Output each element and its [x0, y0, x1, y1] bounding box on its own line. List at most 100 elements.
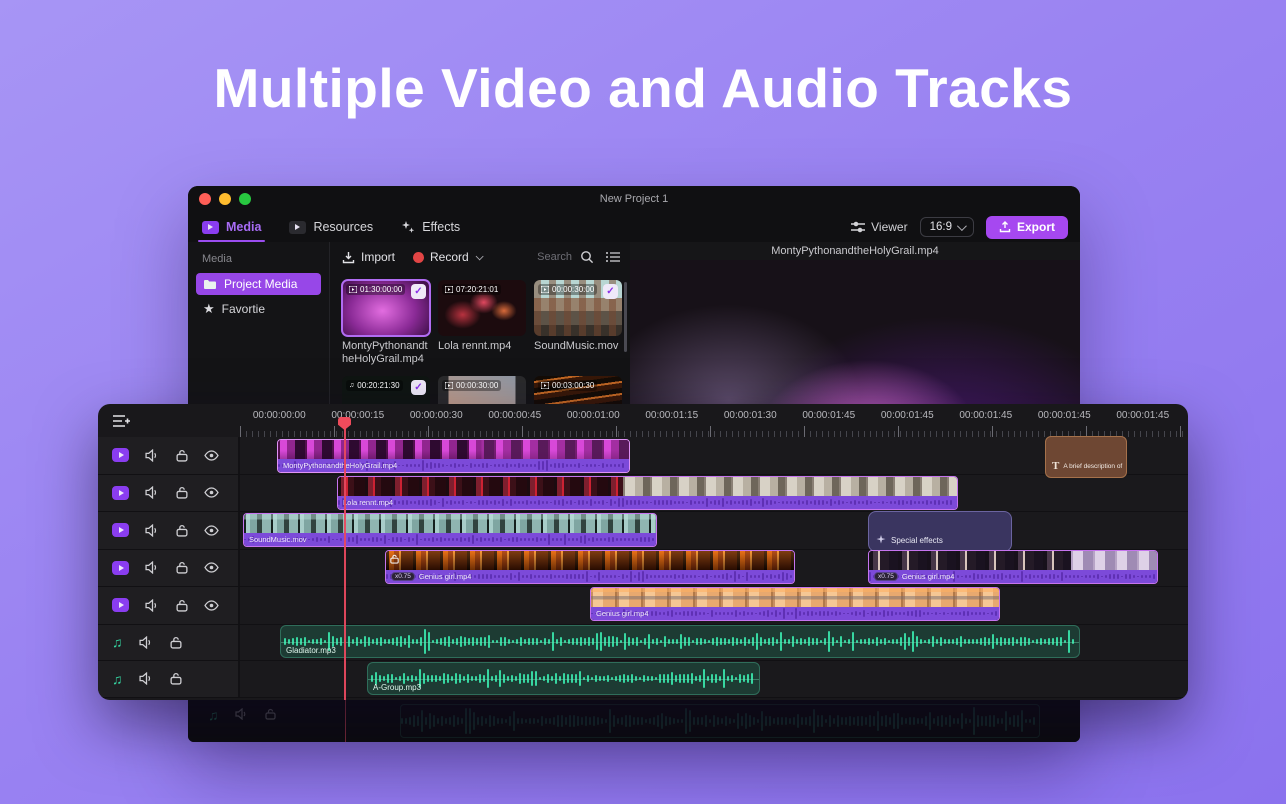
dimmed-playhead-line — [345, 700, 346, 742]
media-item[interactable]: 01:30:00:00 ✓ MontyPythonandtheHolyGrail… — [342, 280, 430, 366]
clip-gladiator[interactable]: Gladiator.mp3 — [280, 625, 1080, 658]
import-icon — [342, 251, 355, 264]
clip-text[interactable]: T A brief description of the — [1045, 436, 1127, 478]
duration-badge: ♫ 00:20:21:30 — [346, 380, 403, 391]
resources-tab-icon — [289, 221, 306, 234]
checkbox-checked[interactable]: ✓ — [411, 284, 426, 299]
tab-resources-label: Resources — [313, 220, 373, 234]
clip-genius-2[interactable]: x0.75 Genius girl.mp4 — [868, 550, 1158, 584]
video-icon — [541, 382, 549, 389]
text-clip-label: A brief description of the — [1063, 463, 1124, 470]
folder-icon — [203, 279, 217, 290]
timeline-clips: MontyPythonandtheHolyGrail.mp4 T A brief… — [98, 404, 1188, 700]
video-icon — [445, 286, 453, 293]
media-item-name: SoundMusic.mov — [534, 340, 622, 353]
dimmed-track-icons: ♫ — [208, 708, 276, 722]
media-item-name: MontyPythonandtheHolyGrail.mp4 — [342, 340, 430, 366]
sidebar-item-project-media[interactable]: Project Media — [196, 273, 321, 295]
sparkle-icon — [876, 535, 886, 545]
import-button[interactable]: Import — [342, 250, 395, 264]
search-icon[interactable] — [580, 250, 594, 264]
chevron-down-icon — [957, 221, 967, 231]
video-icon — [349, 286, 357, 293]
sidebar-item-label: Project Media — [224, 277, 297, 291]
lock-icon — [390, 554, 399, 564]
viewer-button[interactable]: Viewer — [851, 220, 907, 234]
tab-effects[interactable]: Effects — [401, 212, 460, 242]
record-icon — [413, 252, 424, 263]
duration-badge: 01:30:00:00 — [346, 284, 405, 295]
clip-monty[interactable]: MontyPythonandtheHolyGrail.mp4 — [277, 439, 630, 473]
minimize-window-button[interactable] — [219, 193, 231, 205]
sidebar-header: Media — [196, 251, 321, 273]
clip-genius-3[interactable]: Genius girl.mp4 — [590, 587, 1000, 621]
aspect-ratio-value: 16:9 — [930, 221, 952, 233]
dimmed-audio-clip — [400, 704, 1040, 738]
checkbox-checked[interactable]: ✓ — [411, 380, 426, 395]
video-icon — [541, 286, 549, 293]
tab-effects-label: Effects — [422, 220, 460, 234]
fx-clip-label: Special effects — [891, 536, 943, 545]
marketing-banner: Multiple Video and Audio Tracks New Proj… — [0, 0, 1286, 804]
record-label: Record — [430, 250, 469, 264]
speed-badge: x0.75 — [391, 572, 415, 581]
video-icon — [445, 382, 453, 389]
star-icon: ★ — [203, 303, 215, 315]
speaker-icon — [235, 708, 249, 720]
preview-title: MontyPythonandtheHolyGrail.mp4 — [630, 242, 1080, 260]
music-note-icon: ♫ — [208, 708, 219, 722]
speed-badge: x0.75 — [874, 572, 898, 581]
import-button-label: Import — [361, 250, 395, 264]
duration-badge: 07:20:21:01 — [442, 284, 501, 295]
clip-lola[interactable]: Lola rennt.mp4 — [337, 476, 958, 510]
timeline-panel: 00:00:00:00 00:00:00:15 00:00:00:30 00:0… — [98, 404, 1188, 700]
checkbox-checked[interactable]: ✓ — [603, 284, 618, 299]
sidebar-item-favorite[interactable]: ★ Favortie — [196, 298, 321, 320]
music-note-icon: ♫ — [349, 382, 354, 389]
viewer-button-label: Viewer — [871, 220, 907, 234]
media-item[interactable]: 07:20:21:01 Lola rennt.mp4 — [438, 280, 526, 366]
top-right-controls: Viewer 16:9 Export — [851, 212, 1068, 242]
sidebar-item-label: Favortie — [222, 302, 265, 316]
duration-badge: 00:03:00:30 — [538, 380, 597, 391]
export-button[interactable]: Export — [986, 216, 1068, 239]
hero-title: Multiple Video and Audio Tracks — [0, 56, 1286, 120]
export-upload-icon — [999, 221, 1011, 233]
media-thumbnail-monty[interactable]: 01:30:00:00 ✓ — [342, 280, 430, 336]
search-box[interactable]: Search — [537, 250, 594, 264]
media-toolbar: Import Record Search — [330, 242, 630, 272]
window-titlebar: New Project 1 — [188, 186, 1080, 212]
clip-genius-1[interactable]: x0.75 Genius girl.mp4 — [385, 550, 795, 584]
tab-media-label: Media — [226, 220, 261, 234]
list-view-icon[interactable] — [606, 251, 620, 263]
tab-resources[interactable]: Resources — [289, 212, 373, 242]
effects-tab-icon — [401, 220, 415, 234]
playhead-line[interactable] — [344, 424, 346, 700]
search-input[interactable]: Search — [537, 251, 572, 263]
traffic-lights — [199, 193, 251, 205]
media-item-name: Lola rennt.mp4 — [438, 340, 526, 353]
clip-soundmusic[interactable]: SoundMusic.mov — [243, 513, 657, 547]
scrollbar[interactable] — [624, 282, 627, 352]
aspect-ratio-dropdown[interactable]: 16:9 — [920, 217, 974, 237]
dimmed-app-timeline: ♫ — [188, 700, 1080, 742]
window-title: New Project 1 — [600, 193, 668, 205]
zoom-window-button[interactable] — [239, 193, 251, 205]
record-dropdown[interactable]: Record — [413, 250, 482, 264]
lock-icon — [265, 708, 276, 720]
close-window-button[interactable] — [199, 193, 211, 205]
media-item[interactable]: 00:00:30:00 ✓ SoundMusic.mov — [534, 280, 622, 366]
main-tabbar: Media Resources Effects Viewer — [188, 212, 1080, 242]
duration-badge: 00:00:30:00 — [538, 284, 597, 295]
export-button-label: Export — [1017, 220, 1055, 234]
clip-special-effects[interactable]: Special effects — [868, 511, 1012, 552]
media-tab-icon — [202, 221, 219, 234]
text-tool-icon: T — [1052, 460, 1059, 472]
clip-agroup[interactable]: A-Group.mp3 — [367, 662, 760, 695]
tab-media[interactable]: Media — [202, 212, 261, 242]
chevron-down-icon — [475, 252, 483, 260]
duration-badge: 00:00:30:00 — [442, 380, 501, 391]
media-thumbnail-lola[interactable]: 07:20:21:01 — [438, 280, 526, 336]
media-thumbnail-soundmusic[interactable]: 00:00:30:00 ✓ — [534, 280, 622, 336]
viewer-filter-icon — [851, 221, 865, 233]
